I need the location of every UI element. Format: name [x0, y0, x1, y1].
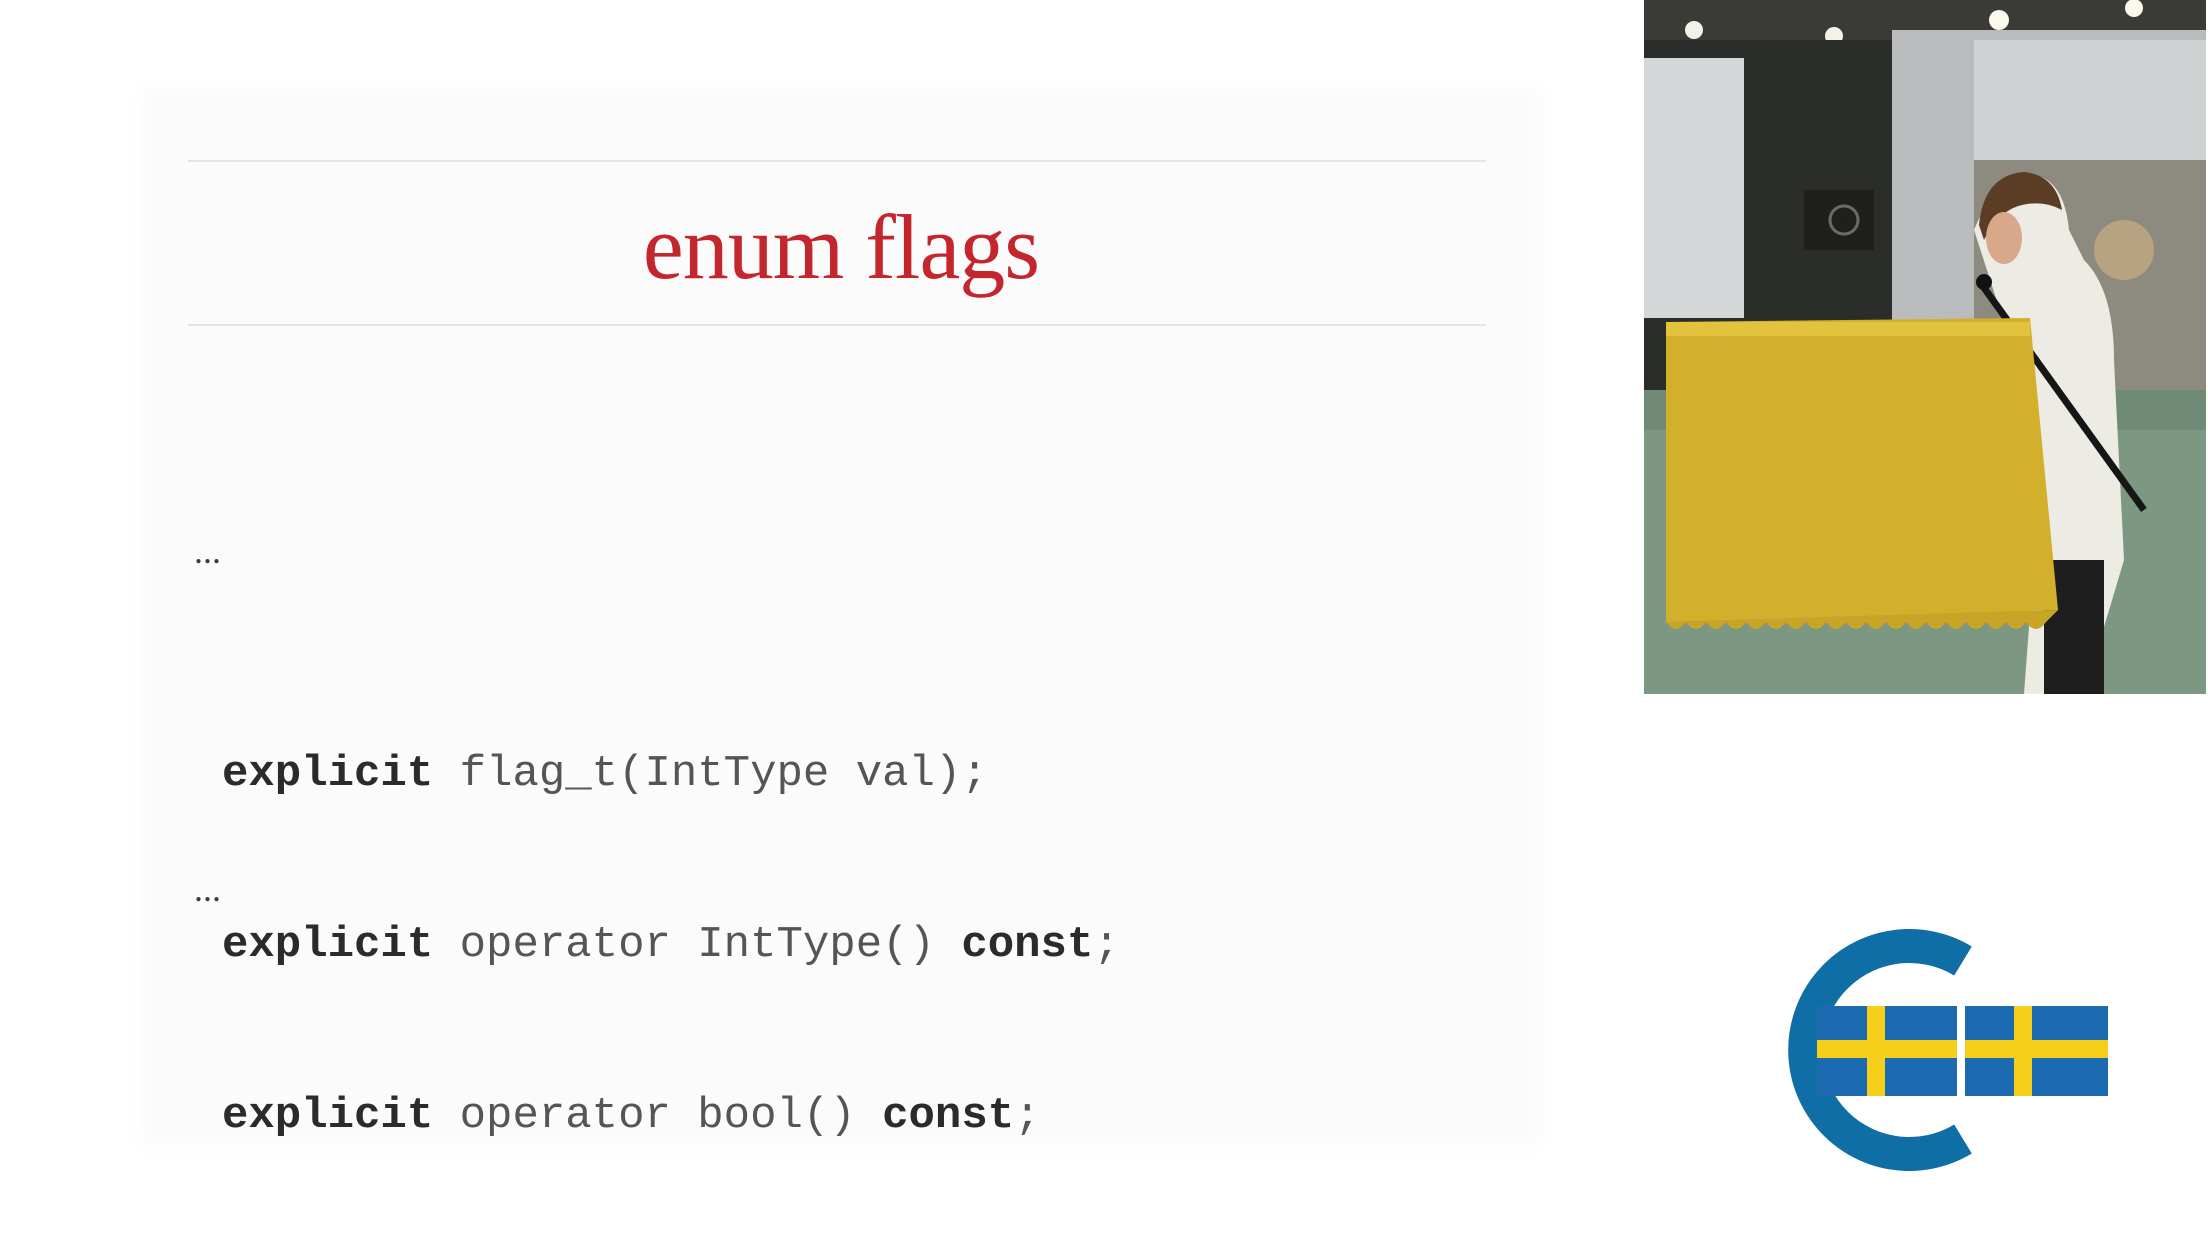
code-text: ;: [1014, 1091, 1041, 1141]
code-line-2: explicit operator IntType() const;: [222, 917, 1120, 974]
code-text: ;: [1093, 920, 1120, 970]
code-keyword: explicit: [222, 749, 434, 799]
code-keyword: explicit: [222, 920, 434, 970]
ellipsis-bottom: ...: [194, 869, 221, 909]
code-text: operator bool(): [433, 1091, 883, 1141]
code-keyword: explicit: [222, 1091, 434, 1141]
slide: enum flags ... explicit flag_t(IntType v…: [150, 96, 1532, 1141]
speaker-video: [1644, 0, 2206, 694]
title-rule-top: [188, 160, 1486, 162]
title-rule-bottom: [188, 324, 1486, 326]
code-line-1: explicit flag_t(IntType val);: [222, 746, 1120, 803]
slide-title: enum flags: [642, 196, 1040, 298]
code-keyword: const: [882, 1091, 1015, 1141]
code-line-3: explicit operator bool() const;: [222, 1088, 1120, 1145]
speaker-video-image: [1644, 0, 2206, 694]
conference-logo-icon: [1788, 929, 2108, 1171]
code-text: operator IntType(): [433, 920, 962, 970]
code-keyword: const: [961, 920, 1094, 970]
presentation-frame: enum flags ... explicit flag_t(IntType v…: [0, 0, 2208, 1242]
code-block: explicit flag_t(IntType val); explicit o…: [222, 632, 1120, 1242]
ellipsis-top: ...: [194, 531, 221, 571]
code-text: flag_t(IntType val);: [433, 749, 988, 799]
